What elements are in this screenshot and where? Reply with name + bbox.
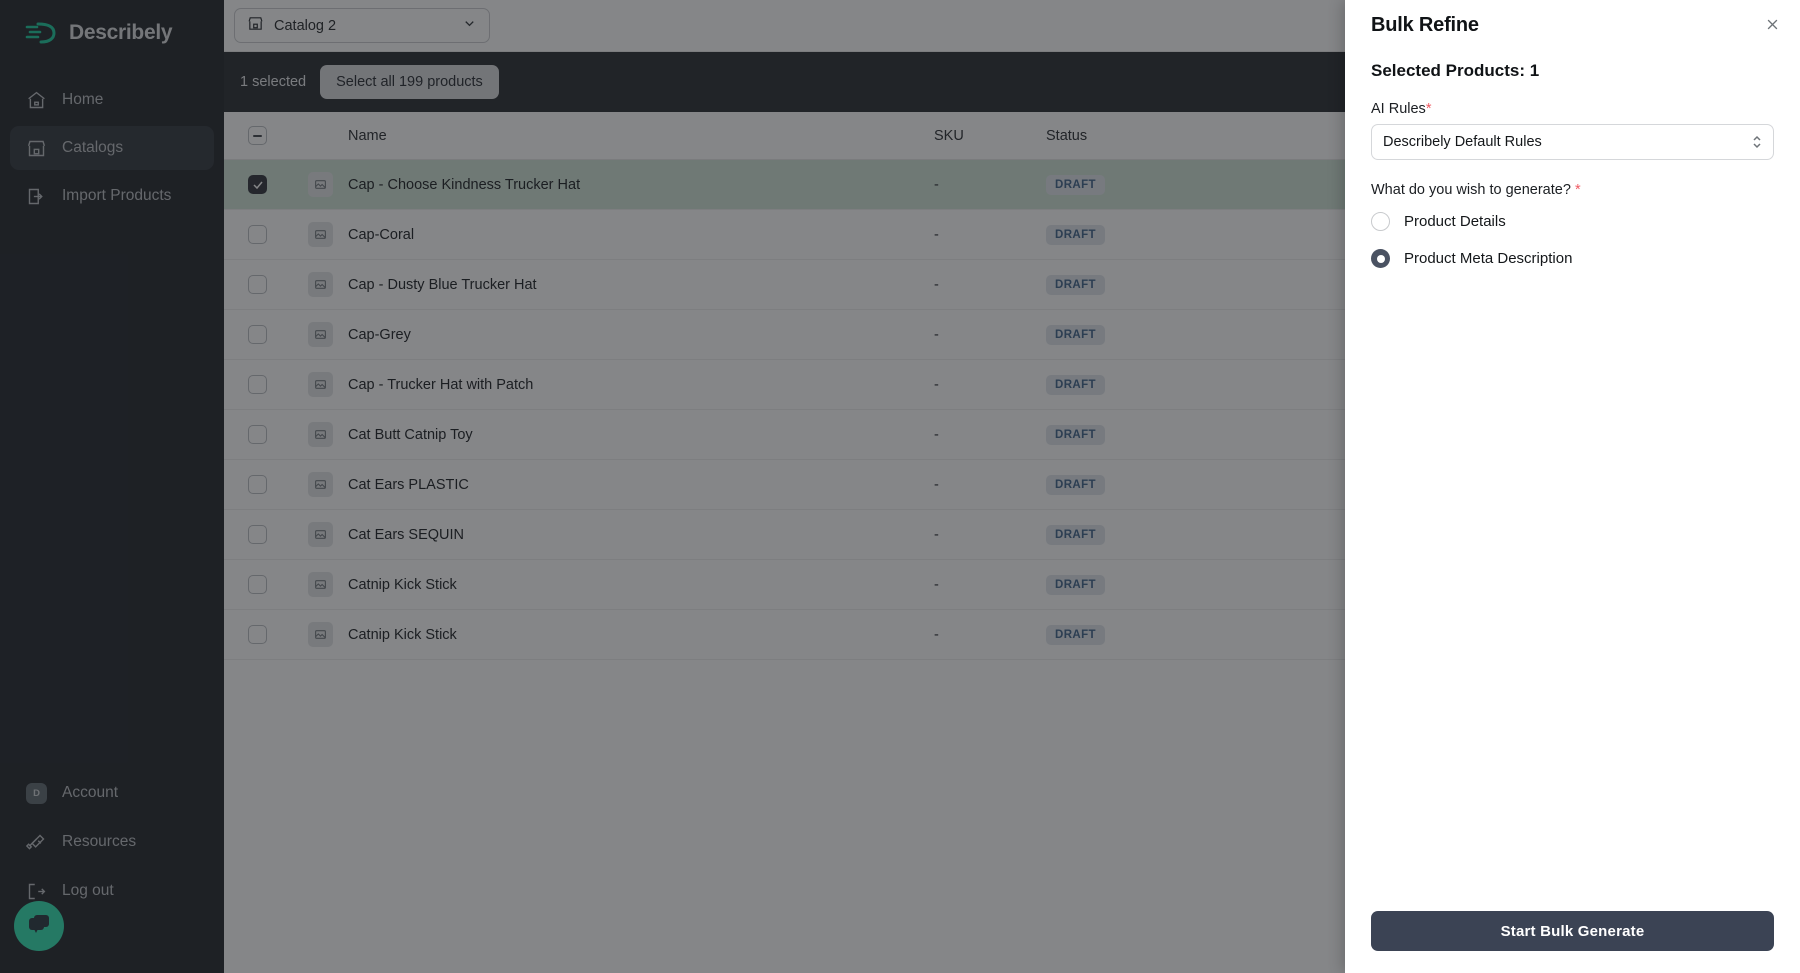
ai-rules-select[interactable]: Describely Default Rules	[1371, 124, 1774, 160]
generate-options-group: Product Details Product Meta Description	[1371, 212, 1774, 268]
generate-question-text: What do you wish to generate?	[1371, 182, 1571, 198]
radio-button[interactable]	[1371, 212, 1390, 231]
generate-option-product-details[interactable]: Product Details	[1371, 212, 1774, 231]
start-bulk-generate-button[interactable]: Start Bulk Generate	[1371, 911, 1774, 951]
ai-rules-field-label-text: AI Rules	[1371, 101, 1426, 117]
radio-label: Product Meta Description	[1404, 250, 1572, 267]
ai-rules-field-label: AI Rules*	[1371, 101, 1774, 117]
chevron-updown-icon	[1752, 134, 1762, 150]
panel-footer: Start Bulk Generate	[1345, 911, 1800, 973]
panel-title: Bulk Refine	[1371, 14, 1774, 37]
selected-products-count: Selected Products: 1	[1371, 61, 1774, 81]
panel-body: Bulk Refine Selected Products: 1 AI Rule…	[1345, 0, 1800, 911]
required-asterisk-2: *	[1575, 182, 1581, 198]
generate-option-product-meta-description[interactable]: Product Meta Description	[1371, 249, 1774, 268]
close-icon[interactable]	[1760, 12, 1784, 36]
ai-rules-select-value: Describely Default Rules	[1383, 134, 1542, 150]
required-asterisk: *	[1426, 101, 1432, 117]
app-root: Catalog 2 1 selected Select all 199 prod…	[0, 0, 1800, 973]
generate-question-label: What do you wish to generate? *	[1371, 182, 1774, 198]
radio-button[interactable]	[1371, 249, 1390, 268]
radio-label: Product Details	[1404, 213, 1506, 230]
bulk-refine-panel: Bulk Refine Selected Products: 1 AI Rule…	[1345, 0, 1800, 973]
